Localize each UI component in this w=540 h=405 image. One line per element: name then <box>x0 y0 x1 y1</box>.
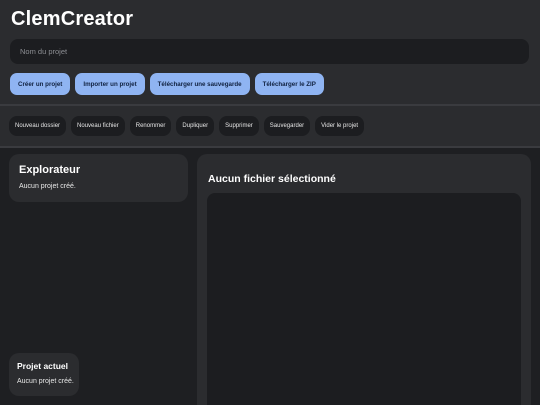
rename-button[interactable]: Renommer <box>129 116 172 136</box>
duplicate-button[interactable]: Dupliquer <box>176 116 215 136</box>
explorer-title: Explorateur <box>19 164 81 176</box>
new-folder-button[interactable]: Nouveau dossier <box>9 116 67 136</box>
toolbar-actions: Nouveau dossier Nouveau fichier Renommer… <box>9 116 365 136</box>
explorer-panel: Explorateur Aucun projet créé. <box>9 154 188 202</box>
create-project-button[interactable]: Créer un projet <box>10 73 71 95</box>
current-project-text: Aucun projet créé. <box>17 378 74 385</box>
current-project-title: Projet actuel <box>17 361 69 371</box>
save-button[interactable]: Sauvegarder <box>263 116 311 136</box>
code-editor-area[interactable] <box>207 193 521 405</box>
download-save-button[interactable]: Télécharger une sauvegarde <box>149 73 250 95</box>
editor-panel: Aucun fichier sélectionné <box>197 154 531 405</box>
app-title: ClemCreator <box>11 8 134 30</box>
divider <box>0 146 540 148</box>
toolbar: Nouveau dossier Nouveau fichier Renommer… <box>0 106 540 146</box>
editor-title: Aucun fichier sélectionné <box>208 173 336 185</box>
clear-project-button[interactable]: Vider le projet <box>315 116 365 136</box>
header: ClemCreator Créer un projet Importer un … <box>0 0 540 104</box>
current-project-panel: Projet actuel Aucun projet créé. <box>9 353 79 396</box>
project-name-input[interactable] <box>10 39 529 64</box>
import-project-button[interactable]: Importer un projet <box>75 73 145 95</box>
download-zip-button[interactable]: Télécharger le ZIP <box>254 73 324 95</box>
primary-actions: Créer un projet Importer un projet Téléc… <box>10 73 324 95</box>
new-file-button[interactable]: Nouveau fichier <box>71 116 125 136</box>
explorer-empty-text: Aucun projet créé. <box>19 183 76 190</box>
delete-button[interactable]: Supprimer <box>219 116 259 136</box>
